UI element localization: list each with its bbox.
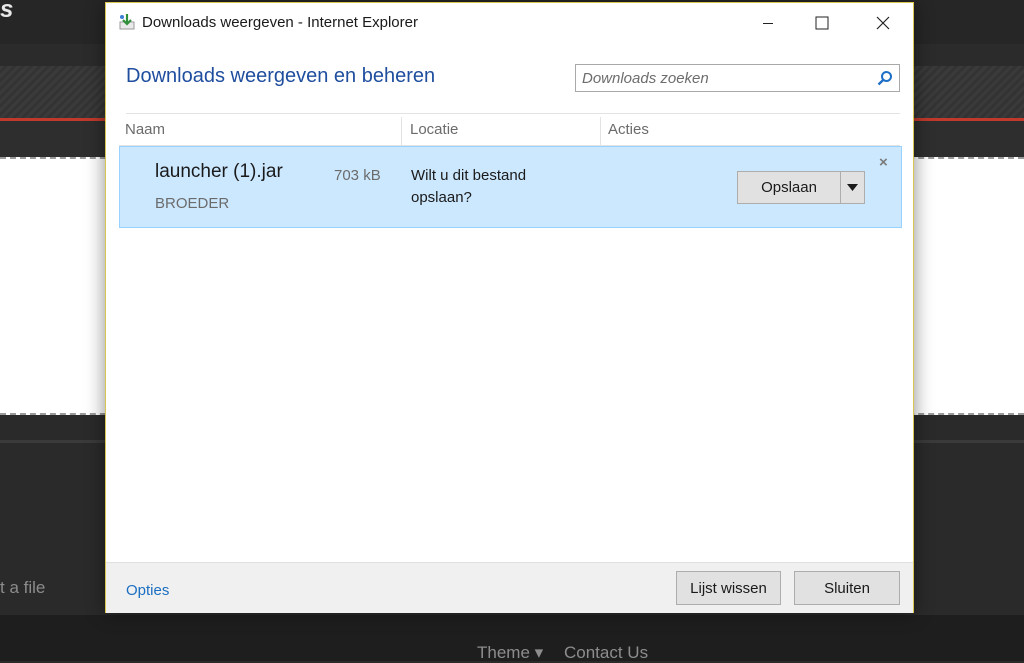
column-header-naam[interactable]: Naam (125, 121, 165, 147)
remove-download-button[interactable]: × (879, 155, 888, 170)
minimize-icon (763, 23, 773, 24)
download-row[interactable]: launcher (1).jar 703 kB BROEDER Wilt u d… (119, 146, 902, 228)
options-link[interactable]: Opties (126, 582, 169, 599)
background-file-text: t a file (0, 578, 46, 597)
background-theme-link[interactable]: Theme ▾ (477, 643, 543, 663)
download-question: Wilt u dit bestand opslaan? (411, 167, 527, 206)
chevron-down-icon (847, 184, 858, 191)
page-heading: Downloads weergeven en beheren (126, 65, 436, 87)
header-divider (126, 113, 900, 114)
close-icon (876, 16, 890, 30)
background-contact-link[interactable]: Contact Us (564, 643, 648, 663)
file-name: launcher (1).jar (155, 161, 283, 182)
search-input[interactable] (576, 65, 872, 91)
downloads-app-icon (119, 14, 135, 30)
downloads-dialog: Downloads weergeven - Internet Explorer … (105, 2, 914, 613)
search-box[interactable] (575, 64, 900, 92)
title-bar[interactable]: Downloads weergeven - Internet Explorer (106, 3, 913, 43)
minimize-button[interactable] (745, 3, 791, 43)
save-button[interactable]: Opslaan (737, 171, 841, 204)
close-button[interactable]: Sluiten (794, 571, 900, 605)
column-header-acties[interactable]: Acties (608, 121, 649, 147)
save-options-dropdown[interactable] (840, 171, 865, 204)
close-window-button[interactable] (860, 3, 906, 43)
maximize-icon (815, 16, 829, 30)
window-title: Downloads weergeven - Internet Explorer (142, 14, 418, 31)
column-header-locatie[interactable]: Locatie (410, 121, 458, 147)
file-size: 703 kB (334, 167, 381, 184)
column-separator (600, 117, 601, 145)
dialog-footer: Opties Lijst wissen Sluiten (106, 562, 913, 613)
file-source: BROEDER (155, 195, 230, 212)
clear-list-button[interactable]: Lijst wissen (676, 571, 781, 605)
column-separator (401, 117, 402, 145)
search-icon[interactable] (877, 70, 893, 86)
maximize-button[interactable] (799, 3, 845, 43)
background-logo-fragment: s (0, 0, 14, 23)
